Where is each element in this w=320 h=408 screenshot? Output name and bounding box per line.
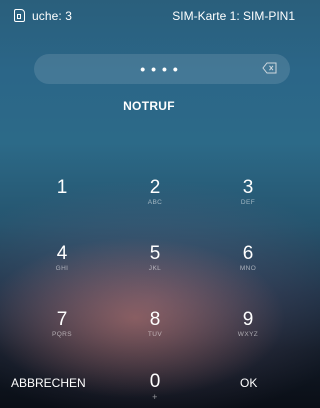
key-4[interactable]: 4 GHI: [17, 244, 107, 273]
attempts-remaining-text: uche: 3: [32, 9, 73, 23]
key-letters: WXYZ: [237, 331, 259, 338]
key-1[interactable]: 1: [17, 178, 107, 198]
key-digit: 3: [242, 177, 254, 198]
key-7[interactable]: 7 PQRS: [17, 310, 107, 339]
key-digit: 5: [149, 243, 161, 264]
status-bar: uche: 3 SIM-Karte 1: SIM-PIN1: [0, 0, 298, 26]
key-digit: 2: [149, 177, 161, 198]
key-8[interactable]: 8 TUV: [110, 310, 200, 339]
key-letters: GHI: [55, 265, 69, 272]
key-letters: TUV: [147, 331, 163, 338]
backspace-icon[interactable]: [262, 62, 277, 74]
cancel-button[interactable]: ABBRECHEN: [11, 376, 86, 390]
key-letters: DEF: [240, 199, 256, 206]
sim-pin-status-text: SIM-Karte 1: SIM-PIN1: [172, 9, 295, 23]
pin-entry-field[interactable]: ••••: [34, 54, 290, 84]
key-9[interactable]: 9 WXYZ: [203, 310, 293, 339]
pin-masked-digits: ••••: [140, 61, 184, 77]
key-digit: 8: [149, 309, 161, 330]
key-0[interactable]: 0 +: [110, 371, 200, 403]
key-digit: 4: [56, 243, 68, 264]
key-6[interactable]: 6 MNO: [203, 244, 293, 273]
key-digit: 9: [242, 309, 254, 330]
sim-card-icon: [14, 9, 25, 22]
key-letters: MNO: [239, 265, 257, 272]
key-digit: 7: [56, 309, 68, 330]
key-letters: ABC: [147, 199, 163, 206]
key-5[interactable]: 5 JKL: [110, 244, 200, 273]
key-2[interactable]: 2 ABC: [110, 178, 200, 207]
key-digit: 0: [149, 371, 161, 392]
key-letters: JKL: [148, 265, 162, 272]
ok-button[interactable]: OK: [240, 376, 257, 390]
emergency-call-button[interactable]: NOTRUF: [0, 99, 298, 113]
key-digit: 6: [242, 243, 254, 264]
key-digit: 1: [56, 177, 68, 198]
key-letters: PQRS: [51, 331, 73, 338]
key-plus: +: [152, 392, 158, 402]
key-3[interactable]: 3 DEF: [203, 178, 293, 207]
